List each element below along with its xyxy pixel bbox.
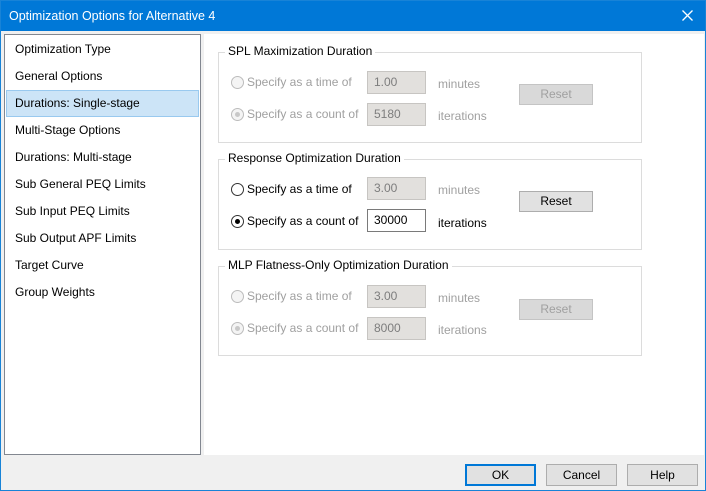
nav-item-group-weights[interactable]: Group Weights [6,279,199,306]
title-bar[interactable]: Optimization Options for Alternative 4 [1,1,705,31]
nav-item-optimization-type[interactable]: Optimization Type [6,36,199,63]
nav-item-durations-single-stage[interactable]: Durations: Single-stage [6,90,199,117]
durations-panel: SPL Maximization Duration Specify as a t… [204,34,704,455]
unit-label: iterations [438,323,487,337]
mlp-time-field[interactable]: 3.00 [367,285,426,308]
unit-label: iterations [438,216,487,230]
radio-button[interactable] [231,289,244,303]
radio-label: Specify as a count of [247,214,359,228]
cancel-button[interactable]: Cancel [546,464,617,486]
unit-label: minutes [438,183,481,197]
mlp-time-radio[interactable]: Specify as a time of [231,288,352,304]
radio-button[interactable] [231,107,244,121]
radio-button[interactable] [231,75,244,89]
nav-item-multi-stage-options[interactable]: Multi-Stage Options [6,117,199,144]
spl-count-radio[interactable]: Specify as a count of [231,106,358,122]
nav-item-general-options[interactable]: General Options [6,63,199,90]
unit-label: minutes [438,291,481,305]
nav-item-durations-multi-stage[interactable]: Durations: Multi-stage [6,144,199,171]
radio-label: Specify as a time of [247,75,352,89]
spl-reset-button[interactable]: Reset [519,84,593,105]
mlp-duration-group: MLP Flatness-Only Optimization Duration … [218,258,642,356]
response-time-radio[interactable]: Specify as a time of [231,181,352,197]
close-icon [682,10,693,21]
radio-label: Specify as a count of [247,107,359,121]
spl-count-field[interactable]: 5180 [367,103,426,126]
unit-label: iterations [438,109,487,123]
mlp-reset-button[interactable]: Reset [519,299,593,320]
spl-duration-group: SPL Maximization Duration Specify as a t… [218,44,642,143]
close-button[interactable] [671,1,705,31]
radio-button[interactable] [231,214,244,228]
window-title: Optimization Options for Alternative 4 [9,9,216,23]
group-title: Response Optimization Duration [225,151,404,165]
response-reset-button[interactable]: Reset [519,191,593,212]
mlp-count-radio[interactable]: Specify as a count of [231,320,358,336]
nav-item-sub-input-peq-limits[interactable]: Sub Input PEQ Limits [6,198,199,225]
options-category-list[interactable]: Optimization Type General Options Durati… [4,34,201,455]
radio-label: Specify as a count of [247,321,359,335]
unit-label: minutes [438,77,481,91]
radio-button[interactable] [231,321,244,335]
ok-button[interactable]: OK [465,464,536,486]
response-time-field[interactable]: 3.00 [367,177,426,200]
options-dialog: Optimization Options for Alternative 4 O… [0,0,706,491]
mlp-count-field[interactable]: 8000 [367,317,426,340]
radio-label: Specify as a time of [247,182,352,196]
group-title: SPL Maximization Duration [225,44,376,58]
spl-time-field[interactable]: 1.00 [367,71,426,94]
nav-item-sub-general-peq-limits[interactable]: Sub General PEQ Limits [6,171,199,198]
nav-item-sub-output-apf-limits[interactable]: Sub Output APF Limits [6,225,199,252]
radio-button[interactable] [231,182,244,196]
nav-item-target-curve[interactable]: Target Curve [6,252,199,279]
group-title: MLP Flatness-Only Optimization Duration [225,258,452,272]
help-button[interactable]: Help [627,464,698,486]
radio-label: Specify as a time of [247,289,352,303]
response-duration-group: Response Optimization Duration Specify a… [218,151,642,250]
response-count-field[interactable]: 30000 [367,209,426,232]
spl-time-radio[interactable]: Specify as a time of [231,74,352,90]
response-count-radio[interactable]: Specify as a count of [231,213,358,229]
